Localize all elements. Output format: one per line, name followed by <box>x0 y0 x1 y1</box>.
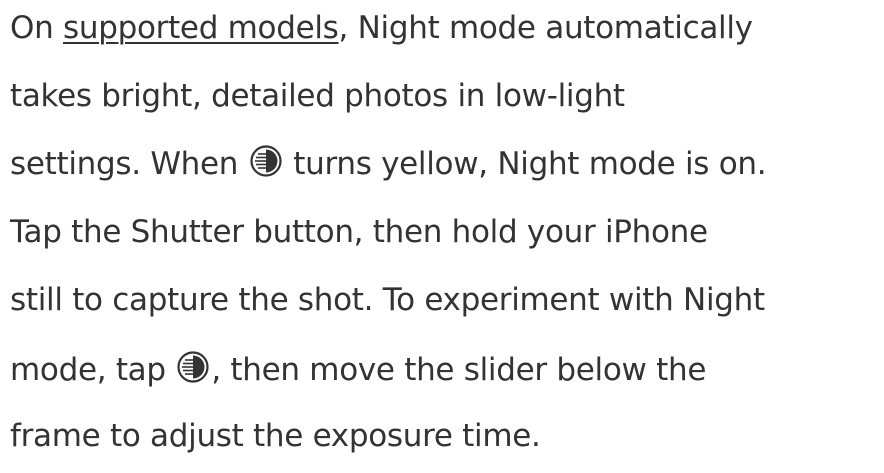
paragraph-line-6: mode, tap , then move the slider below t… <box>10 350 706 393</box>
night-mode-icon <box>177 351 209 393</box>
text-fragment: , Night mode automatically <box>338 10 753 46</box>
document-page: On supported models, Night mode automati… <box>0 0 884 473</box>
paragraph-line-7: frame to adjust the exposure time. <box>10 418 541 454</box>
supported-models-link[interactable]: supported models <box>63 10 339 46</box>
paragraph-line-1: On supported models, Night mode automati… <box>10 8 753 48</box>
night-mode-icon <box>250 145 282 187</box>
text-fragment: , then move the slider below the <box>211 352 707 388</box>
text-fragment: settings. When <box>10 146 248 182</box>
paragraph-line-3: settings. When turns yellow, Night mode … <box>10 144 767 187</box>
paragraph-line-5: still to capture the shot. To experiment… <box>10 282 765 318</box>
paragraph-line-2: takes bright, detailed photos in low-lig… <box>10 78 625 114</box>
text-fragment: turns yellow, Night mode is on. <box>283 146 767 182</box>
text-fragment: mode, tap <box>10 352 176 388</box>
paragraph-line-4: Tap the Shutter button, then hold your i… <box>10 214 708 250</box>
text-fragment: On <box>10 10 64 46</box>
